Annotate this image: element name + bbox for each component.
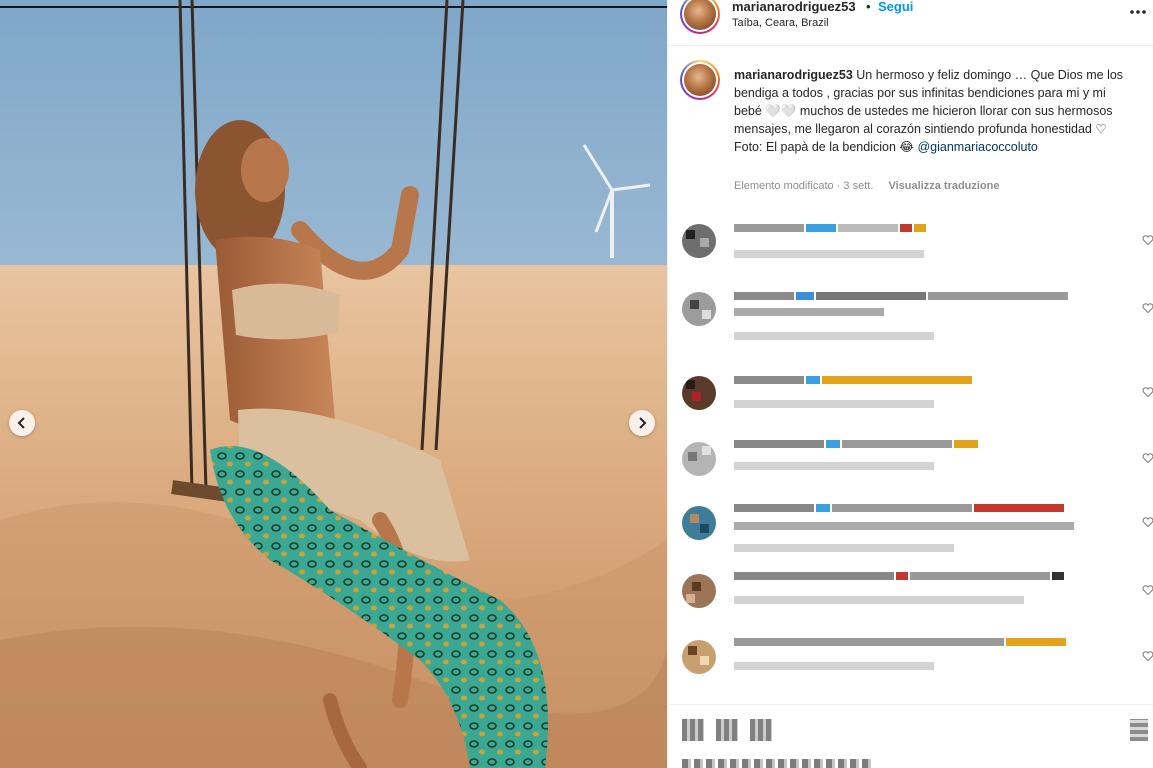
beach-swing-photo — [0, 0, 667, 768]
list-item — [668, 218, 1153, 272]
blurred-comment-text — [734, 224, 928, 234]
caption-username[interactable]: marianarodriguez53 — [734, 68, 853, 82]
caption-mention-link[interactable]: @gianmariacoccoluto — [917, 140, 1037, 154]
instagram-post-modal: marianarodriguez53 • Segui Taíba, Ceara,… — [0, 0, 1153, 768]
avatar[interactable] — [682, 442, 716, 476]
post-actions-bar — [668, 704, 1153, 768]
post-photo[interactable] — [0, 0, 667, 768]
avatar[interactable] — [682, 506, 716, 540]
heart-icon[interactable] — [1142, 386, 1153, 398]
blurred-like-icon[interactable] — [682, 719, 704, 741]
blurred-comment-meta — [734, 596, 1026, 606]
caption-meta: Elemento modificato · 3 sett. Visualizza… — [734, 180, 1000, 192]
blurred-comment-text — [734, 522, 1076, 532]
avatar[interactable] — [680, 0, 720, 34]
chevron-right-icon — [639, 417, 647, 429]
avatar[interactable] — [682, 640, 716, 674]
post-location[interactable]: Taíba, Ceara, Brazil — [732, 17, 829, 29]
blurred-comment-meta — [734, 332, 936, 342]
blurred-comment-text — [734, 440, 980, 450]
blurred-comment-text — [734, 308, 886, 318]
more-dots-icon[interactable] — [1128, 2, 1148, 22]
list-item — [668, 634, 1153, 688]
blurred-likes-count — [682, 759, 872, 768]
blurred-comment-text — [734, 292, 1070, 302]
blurred-comment-meta — [734, 544, 956, 554]
list-item — [668, 500, 1153, 554]
heart-icon[interactable] — [1142, 302, 1153, 314]
caption-photo-credit: Foto: El papà de la bendicion 😂 — [734, 140, 914, 154]
list-item — [668, 286, 1153, 340]
heart-icon[interactable] — [1142, 516, 1153, 528]
blurred-comment-icon[interactable] — [716, 719, 738, 741]
next-photo-button[interactable] — [629, 410, 655, 436]
chevron-left-icon — [17, 417, 25, 429]
heart-icon[interactable] — [1142, 650, 1153, 662]
heart-icon[interactable] — [1142, 234, 1153, 246]
blurred-comment-text — [734, 376, 974, 386]
blurred-comment-meta — [734, 400, 936, 410]
blurred-comment-text — [734, 504, 1066, 514]
separator-dot: • — [866, 0, 871, 14]
avatar[interactable] — [682, 376, 716, 410]
list-item — [668, 436, 1153, 490]
blurred-comment-text — [734, 638, 1068, 648]
author-username[interactable]: marianarodriguez53 — [732, 0, 856, 14]
translate-link[interactable]: Visualizza traduzione — [888, 180, 999, 192]
blurred-comment-meta — [734, 250, 926, 260]
post-side-panel: marianarodriguez53 • Segui Taíba, Ceara,… — [667, 0, 1153, 768]
heart-icon[interactable] — [1142, 584, 1153, 596]
previous-photo-button[interactable] — [9, 410, 35, 436]
avatar[interactable] — [682, 292, 716, 326]
caption-avatar[interactable] — [680, 60, 720, 100]
action-icons — [682, 719, 772, 741]
blurred-comment-meta — [734, 462, 936, 472]
post-header: marianarodriguez53 • Segui Taíba, Ceara,… — [668, 0, 1153, 46]
blurred-share-icon[interactable] — [750, 719, 772, 741]
caption-timestamp: Elemento modificato · 3 sett. — [734, 180, 874, 192]
avatar[interactable] — [682, 574, 716, 608]
blurred-comment-meta — [734, 662, 936, 672]
list-item — [668, 568, 1153, 622]
avatar[interactable] — [682, 224, 716, 258]
caption-text-block: marianarodriguez53 Un hermoso y feliz do… — [734, 66, 1134, 156]
heart-icon[interactable] — [1142, 452, 1153, 464]
list-item — [668, 370, 1153, 424]
blurred-save-icon[interactable] — [1130, 719, 1148, 741]
follow-button[interactable]: Segui — [878, 0, 913, 14]
blurred-comment-text — [734, 572, 1066, 582]
